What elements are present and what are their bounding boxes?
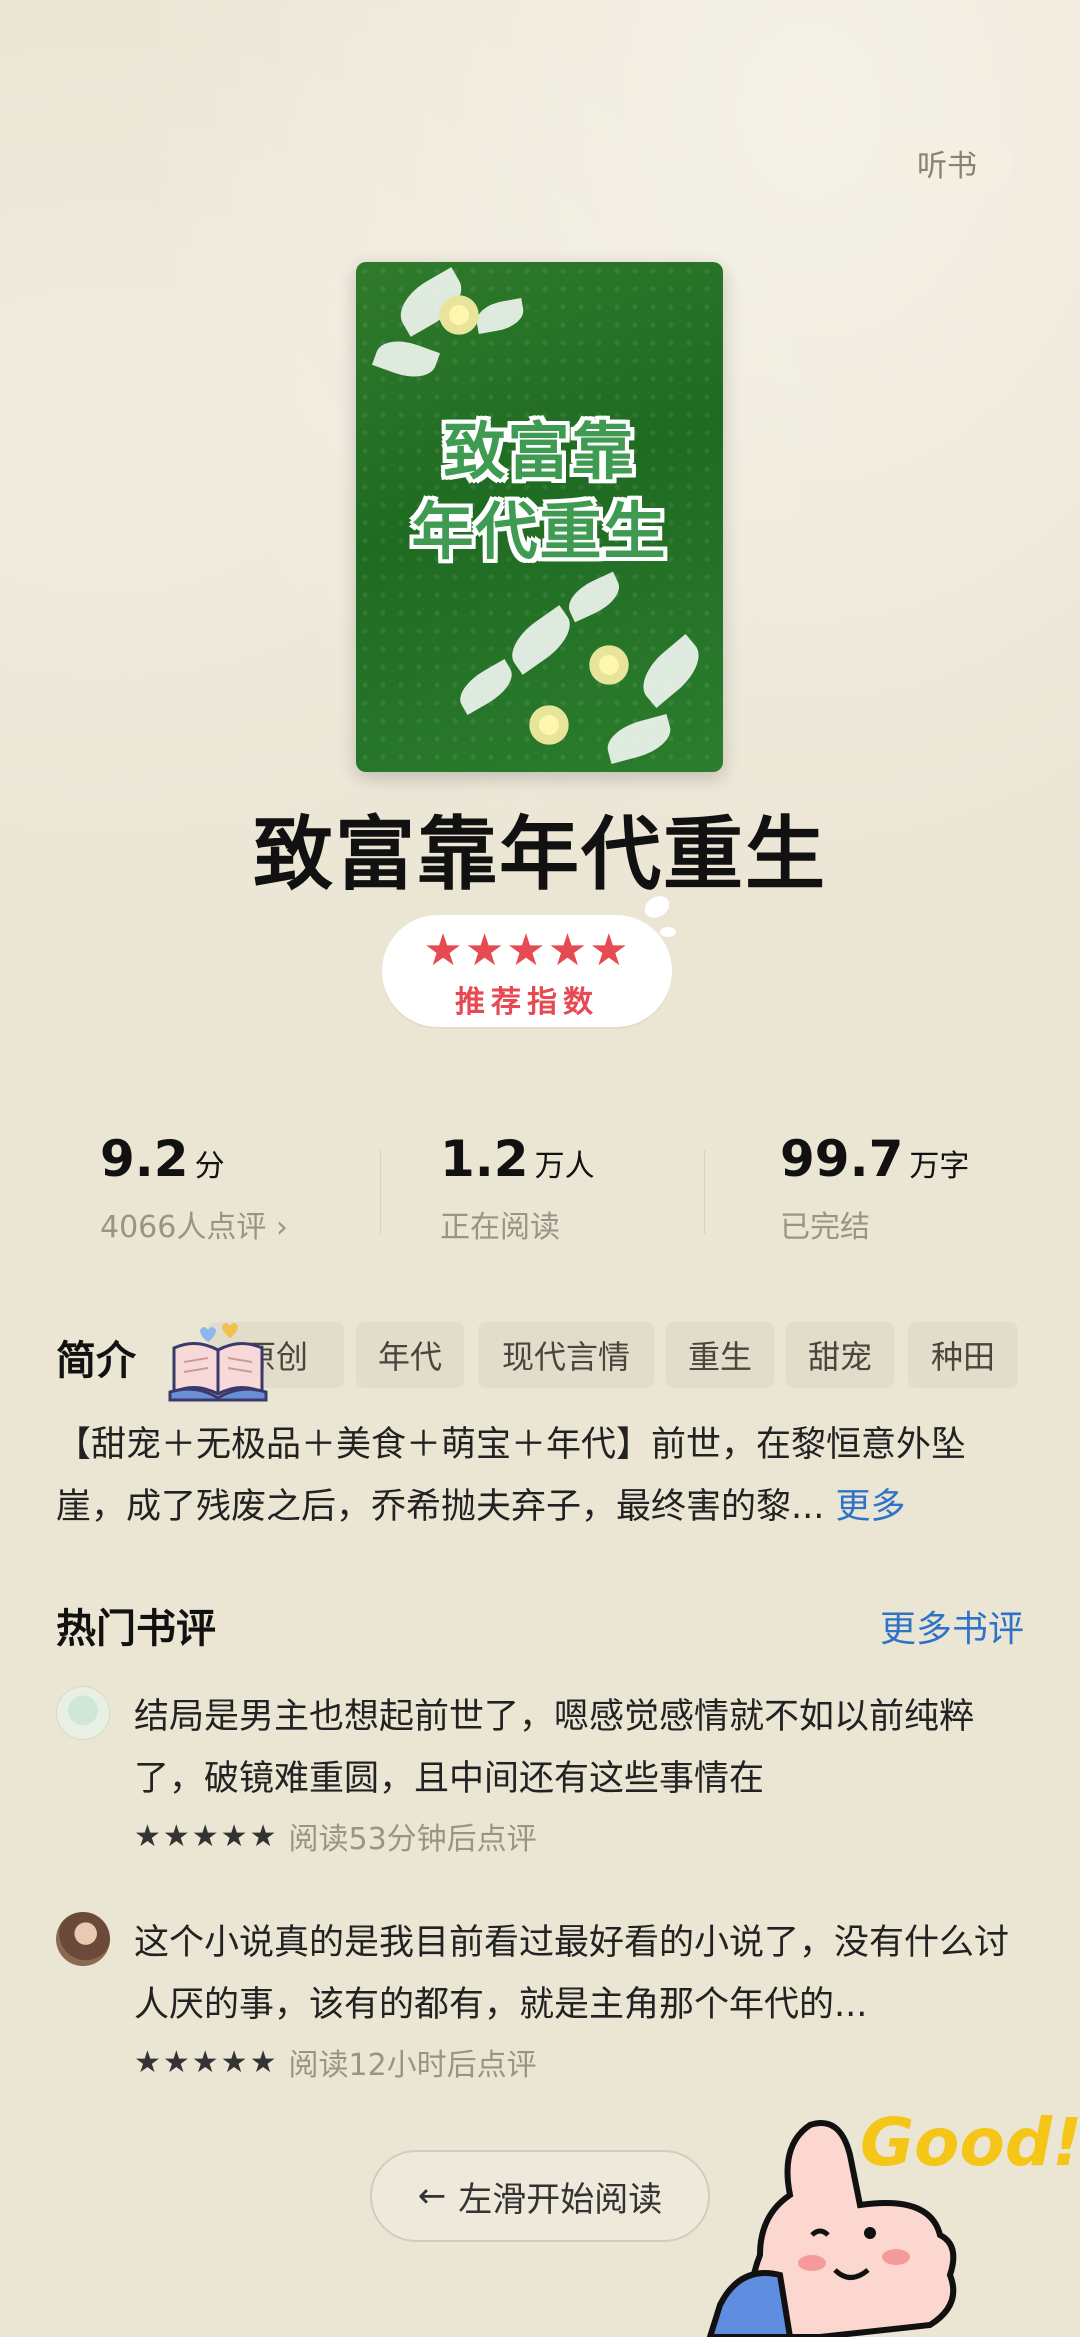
review-meta: ★★★★★ 阅读53分钟后点评 (134, 1814, 537, 1858)
start-reading-label: 左滑开始阅读 (458, 2179, 663, 2220)
reviewer-avatar (56, 1686, 110, 1740)
book-title: 致富靠年代重生 (253, 808, 827, 901)
tag-farming[interactable]: 种田 (908, 1322, 1018, 1388)
book-cover[interactable]: 致富靠 年代重生 (356, 262, 723, 772)
more-reviews-link[interactable]: 更多书评 (880, 1600, 1024, 1652)
stat-score-sub: 4066人点评 › (100, 1210, 288, 1245)
tag-era[interactable]: 年代 (356, 1322, 464, 1388)
stat-readers-unit: 万人 (534, 1149, 595, 1184)
review-item[interactable]: 这个小说真的是我目前看过最好看的小说了，没有什么讨人厌的事，该有的都有，就是主角… (56, 1912, 1026, 2084)
cover-flower (526, 702, 572, 748)
intro-section-label: 简介 (56, 1338, 136, 1384)
review-text: 这个小说真的是我目前看过最好看的小说了，没有什么讨人厌的事，该有的都有，就是主角… (134, 1923, 1010, 2025)
cover-flower (586, 642, 632, 688)
stats-row: 9.2 分 4066人点评 › 1.2 万人 正在阅读 99.7 万字 已完结 (0, 1130, 1080, 1260)
review-time: 阅读12小时后点评 (288, 2048, 537, 2083)
hot-reviews-title: 热门书评 (56, 1606, 216, 1652)
review-meta: ★★★★★ 阅读12小时后点评 (134, 2040, 537, 2084)
tag-sweet[interactable]: 甜宠 (786, 1322, 894, 1388)
stats-divider (704, 1150, 705, 1234)
stat-score-unit: 分 (194, 1149, 225, 1184)
cover-title-line2: 年代重生 (411, 495, 668, 568)
tag-rebirth[interactable]: 重生 (666, 1322, 774, 1388)
intro-text-block[interactable]: 【甜宠＋无极品＋美食＋萌宝＋年代】前世，在黎恒意外坠崖，成了残废之后，乔希抛夫弃… (56, 1414, 1028, 1538)
cover-title-line1: 致富靠 (443, 415, 636, 488)
stat-words: 99.7 万字 已完结 (780, 1130, 969, 1246)
start-reading-button[interactable]: ← 左滑开始阅读 (370, 2150, 710, 2242)
review-text: 结局是男主也想起前世了，嗯感觉感情就不如以前纯粹了，破镜难重圆，且中间还有这些事… (134, 1697, 975, 1799)
review-stars: ★★★★★ (134, 1818, 279, 1854)
arrow-left-icon: ← (417, 2176, 447, 2216)
cover-flower (436, 292, 482, 338)
stat-words-value: 99.7 (780, 1130, 904, 1188)
stat-readers-sub: 正在阅读 (440, 1210, 560, 1245)
thumbs-up-sticker: Good! (706, 2104, 1080, 2337)
stat-words-unit: 万字 (909, 1149, 970, 1184)
stats-divider (380, 1150, 381, 1234)
reviewer-avatar (56, 1912, 110, 1966)
review-stars: ★★★★★ (134, 2044, 279, 2080)
intro-more-link[interactable]: 更多 (836, 1487, 906, 1527)
recommend-label: 推荐指数 (455, 985, 599, 1020)
review-time: 阅读53分钟后点评 (288, 1822, 537, 1857)
intro-tags-row: 简介 原创 年代 现代言情 重生 甜宠 种田 (0, 1322, 1080, 1402)
intro-text: 【甜宠＋无极品＋美食＋萌宝＋年代】前世，在黎恒意外坠崖，成了残废之后，乔希抛夫弃… (56, 1425, 967, 1527)
stat-words-sub: 已完结 (780, 1210, 870, 1245)
recommend-badge: ★★★★★ 推荐指数 (382, 891, 676, 1027)
stat-readers-value: 1.2 (440, 1130, 529, 1188)
review-item[interactable]: 结局是男主也想起前世了，嗯感觉感情就不如以前纯粹了，破镜难重圆，且中间还有这些事… (56, 1686, 1026, 1858)
open-book-icon (168, 1323, 268, 1402)
tag-modern-romance[interactable]: 现代言情 (478, 1322, 654, 1388)
stat-score[interactable]: 9.2 分 4066人点评 › (100, 1130, 288, 1246)
recommend-stars: ★★★★★ (423, 925, 631, 976)
stat-readers: 1.2 万人 正在阅读 (440, 1130, 595, 1246)
listen-button[interactable]: 听书 (882, 131, 1012, 195)
stat-score-value: 9.2 (100, 1130, 189, 1188)
cover-title: 致富靠 年代重生 (356, 412, 723, 572)
sticker-text: Good! (860, 2104, 1080, 2181)
